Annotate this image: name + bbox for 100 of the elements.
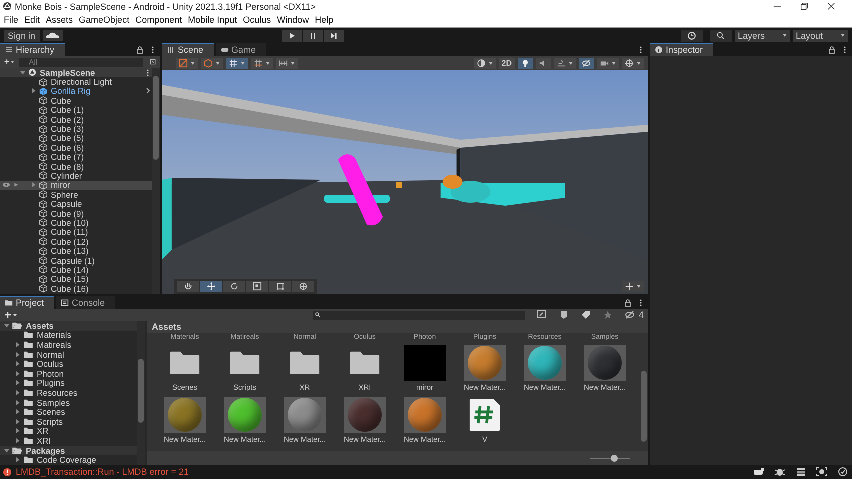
hierarchy-item[interactable]: Cube (3)	[51, 124, 84, 134]
shading-toggle[interactable]	[474, 58, 496, 68]
add-icon[interactable]	[4, 58, 15, 66]
scan-icon[interactable]	[816, 467, 828, 477]
gizmos-toggle[interactable]	[622, 58, 644, 68]
expand-arrow-icon[interactable]	[15, 428, 21, 434]
lock-icon[interactable]	[624, 298, 632, 306]
hierarchy-item[interactable]: miror	[51, 180, 70, 190]
hierarchy-item[interactable]: Cube (7)	[51, 152, 84, 162]
project-folder-item[interactable]: Photon	[37, 368, 64, 379]
project-folder-item[interactable]: Code Coverage	[37, 455, 97, 466]
hierarchy-tab[interactable]: Hierarchy	[0, 43, 65, 56]
hierarchy-item[interactable]: Cube (12)	[51, 236, 89, 247]
hierarchy-item[interactable]: Cube (16)	[51, 284, 89, 294]
rotate-tool[interactable]	[223, 281, 245, 292]
expand-arrow-icon[interactable]	[15, 409, 21, 416]
hierarchy-item[interactable]: Cube (5)	[51, 133, 84, 144]
play-icon[interactable]	[282, 30, 302, 42]
hidden-packages-icon[interactable]	[624, 310, 635, 320]
hierarchy-item[interactable]: Cube (13)	[51, 246, 89, 256]
menu-item[interactable]: Mobile Input	[188, 15, 238, 25]
scrollbar[interactable]	[137, 321, 145, 465]
snap-tool-button[interactable]	[251, 58, 273, 68]
draw-tool-button[interactable]	[176, 58, 198, 68]
expand-arrow-icon[interactable]	[15, 370, 21, 377]
project-folder-item[interactable]: Scenes	[37, 407, 66, 418]
pivot-dropdown[interactable]	[622, 281, 644, 292]
menu-item[interactable]: Edit	[24, 15, 40, 25]
status-message[interactable]: LMDB_Transaction::Run - LMDB error = 21	[16, 467, 189, 477]
light-toggle[interactable]	[518, 58, 533, 68]
step-icon[interactable]	[324, 30, 344, 42]
transform-tool[interactable]	[292, 281, 314, 292]
hierarchy-item[interactable]: Cube (1)	[51, 105, 84, 116]
expand-arrow-icon[interactable]	[31, 88, 37, 94]
grid-tool-button[interactable]	[226, 58, 248, 68]
project-folder-item[interactable]: Scripts	[37, 416, 63, 427]
close-icon[interactable]	[827, 2, 836, 11]
restore-icon[interactable]	[800, 2, 809, 11]
inspector-tab[interactable]: Inspector	[650, 43, 714, 56]
expand-arrow-icon[interactable]	[15, 457, 21, 464]
mode-toggle[interactable]: 2D	[498, 58, 515, 68]
cloud-icon[interactable]	[42, 30, 63, 41]
folder-icon[interactable]	[288, 350, 322, 374]
effects-toggle[interactable]	[554, 58, 576, 68]
folder-icon[interactable]	[168, 350, 202, 374]
hierarchy-item[interactable]: Directional Light	[51, 77, 112, 88]
expand-arrow-icon[interactable]	[4, 448, 10, 454]
expand-arrow-icon[interactable]	[15, 342, 21, 348]
sign-in-button[interactable]: Sign in	[4, 30, 40, 42]
check-circle-icon[interactable]	[837, 467, 849, 477]
menu-item[interactable]: Assets	[46, 15, 74, 25]
expand-arrow-icon[interactable]	[15, 380, 21, 386]
menu-item[interactable]: Component	[136, 15, 182, 25]
folder-icon[interactable]	[228, 350, 262, 374]
hierarchy-item[interactable]: Cylinder	[51, 171, 82, 181]
hierarchy-item[interactable]: Cube (14)	[51, 264, 89, 275]
camera-toggle[interactable]	[597, 58, 619, 68]
scrollbar[interactable]	[152, 68, 160, 294]
expand-arrow-icon[interactable]	[15, 438, 21, 444]
project-folder-item[interactable]: Resources	[37, 388, 78, 398]
view-tab[interactable]: Game	[216, 43, 266, 56]
project-folder-item[interactable]: Samples	[37, 398, 70, 408]
hierarchy-item[interactable]: Cube (6)	[51, 142, 84, 153]
bug-icon[interactable]	[774, 467, 786, 477]
hierarchy-item[interactable]: Cube (11)	[51, 227, 88, 238]
search-field[interactable]: All	[18, 58, 143, 66]
hierarchy-item[interactable]: Cube (15)	[51, 274, 89, 284]
rect-tool[interactable]	[269, 281, 291, 292]
hierarchy-item[interactable]: Sphere	[51, 190, 78, 200]
lock-icon[interactable]	[828, 46, 836, 54]
menu-item[interactable]: Oculus	[243, 15, 272, 25]
hierarchy-item[interactable]: Cube (10)	[51, 218, 89, 228]
project-folder-item[interactable]: Normal	[37, 350, 64, 360]
menu-item[interactable]: File	[4, 15, 19, 25]
visibility-icon[interactable]	[2, 182, 11, 188]
project-folder-item[interactable]: Oculus	[37, 359, 64, 370]
scene-render-drawing[interactable]	[162, 70, 648, 294]
menu-item[interactable]: GameObject	[79, 15, 130, 25]
project-tab[interactable]: Project	[0, 296, 54, 309]
texture-thumbnail[interactable]	[404, 344, 446, 380]
hidden-toggle[interactable]	[579, 58, 594, 68]
audio-toggle[interactable]	[536, 58, 551, 68]
expand-arrow-icon[interactable]	[4, 322, 10, 329]
layout-dropdown[interactable]: Layout	[793, 30, 848, 42]
menu-item[interactable]: Help	[315, 15, 334, 25]
hierarchy-item[interactable]: Gorilla Rig	[51, 86, 91, 96]
project-folder-item[interactable]: Materials	[37, 330, 72, 340]
search-field[interactable]	[312, 310, 525, 320]
breadcrumb[interactable]: Assets	[147, 321, 648, 333]
expand-arrow-icon[interactable]	[15, 352, 21, 358]
scale-tool[interactable]	[246, 281, 268, 292]
add-icon[interactable]	[4, 311, 18, 319]
expand-arrow-icon[interactable]	[15, 390, 21, 396]
pause-icon[interactable]	[302, 30, 323, 42]
hierarchy-item[interactable]: Capsule (1)	[51, 256, 95, 266]
expand-arrow-icon[interactable]	[20, 70, 26, 76]
render-tool-button[interactable]	[201, 58, 223, 68]
hand-tool[interactable]	[177, 281, 199, 292]
layers-dropdown[interactable]: Layers	[735, 30, 790, 42]
chevron-right-icon[interactable]	[144, 87, 152, 96]
